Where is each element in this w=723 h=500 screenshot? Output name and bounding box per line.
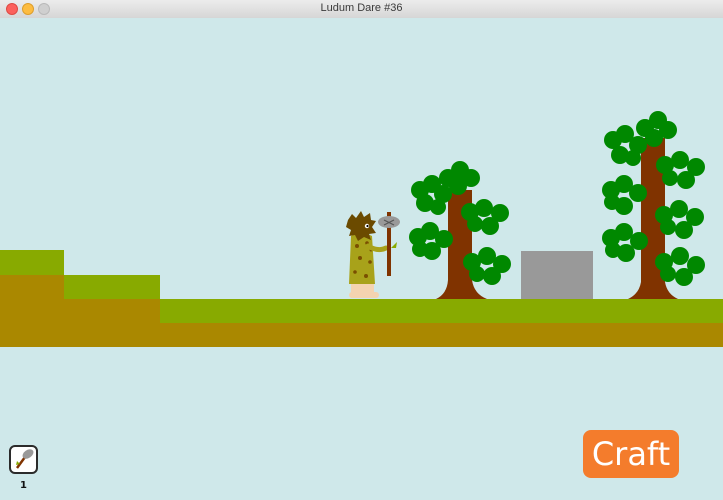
craft-button[interactable]: Craft [583, 430, 679, 478]
game-scene [0, 18, 723, 500]
stone-axe-icon [15, 449, 34, 469]
stone-block[interactable] [521, 251, 593, 299]
title-bar: Ludum Dare #36 [0, 0, 723, 19]
inventory-slot[interactable] [9, 445, 38, 474]
inventory-slot-count: 1 [20, 480, 27, 491]
window-title: Ludum Dare #36 [320, 2, 403, 14]
game-window: Ludum Dare #36 1 Craft [0, 0, 723, 500]
